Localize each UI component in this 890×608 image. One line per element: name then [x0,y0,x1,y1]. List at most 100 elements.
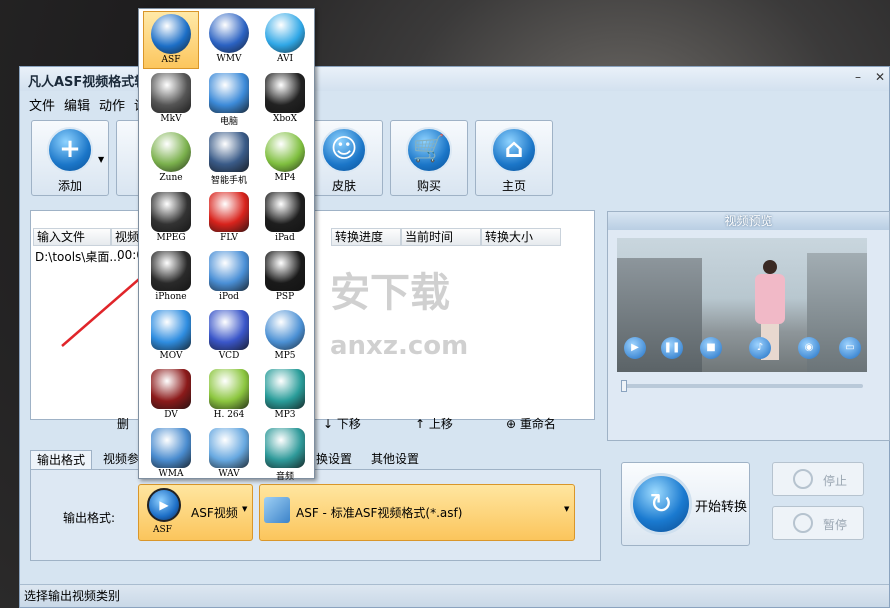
format-label: MP5 [274,351,296,361]
music-folder-icon [151,428,191,468]
format-label: MPEG [156,233,186,243]
preview-title: 视频预览 [608,212,889,230]
home-button[interactable]: ⌂ 主页 [475,120,553,196]
format-label: MkV [160,114,182,124]
delete-button[interactable]: 删 [117,415,129,432]
format-label: iPod [219,292,239,302]
column-size[interactable]: 转换大小 [481,228,561,246]
format-label: MP4 [274,173,296,183]
stop-icon[interactable]: ■ [700,337,722,359]
h264-cube-icon [209,369,249,409]
seek-thumb[interactable] [621,380,627,392]
format-label: XboX [273,114,297,124]
profile-selector[interactable]: ASF - 标准ASF视频格式(*.asf) ▼ [259,484,575,541]
format-option-19[interactable]: H. 264 [201,367,257,425]
format-option-0[interactable]: ASF [143,11,199,69]
snapshot-icon[interactable]: ◉ [798,337,820,359]
format-option-17[interactable]: MP5 [257,308,313,366]
format-label: ASF [161,55,181,65]
format-option-15[interactable]: MOV [143,308,199,366]
asf-play-icon: ▶ [147,488,181,522]
format-label: 音频 [275,472,294,482]
chevron-down-icon: ▼ [242,505,248,513]
move-down-button[interactable]: ↓ 下移 [323,415,361,432]
pause-circle-icon [793,513,813,533]
format-option-9[interactable]: MPEG [143,190,199,248]
pause-icon[interactable]: ❚❚ [661,337,683,359]
format-option-3[interactable]: MkV [143,71,199,129]
column-progress[interactable]: 转换进度 [331,228,401,246]
format-selector[interactable]: ▶ ASF ASF视频 ▼ [138,484,253,541]
menu-action[interactable]: 动作 [99,95,125,114]
format-label: 电脑 [219,117,238,127]
rename-button[interactable]: ⊕ 重命名 [506,415,556,432]
format-label: Zune [159,173,183,183]
tab-other-settings[interactable]: 其他设置 [365,450,425,470]
video-preview [617,238,867,372]
tab-output-format[interactable]: 输出格式 [30,450,93,470]
format-option-1[interactable]: WMV [201,11,257,69]
smiley-icon: ☺ [321,127,367,173]
format-option-8[interactable]: MP4 [257,130,313,188]
format-label: WMA [158,469,184,479]
volume-icon[interactable]: ♪ [749,337,771,359]
format-label: PSP [275,292,295,302]
window-title: 凡人ASF视频格式转 [28,75,148,90]
format-label: WAV [218,469,240,479]
film-reel-icon [151,73,191,113]
format-dropdown[interactable]: ASF WMV AVI MkV 电脑 XboX Zune 智能手机 MP4 MPEG FLV iPad… [138,8,315,482]
cube-icon [264,497,290,523]
format-option-16[interactable]: VCD [201,308,257,366]
wmv-play-icon [209,13,249,53]
format-option-2[interactable]: AVI [257,11,313,69]
watermark: 安下载 anxz.com [330,270,469,361]
seek-bar[interactable] [623,384,863,388]
format-label: DV [164,410,178,420]
format-option-5[interactable]: XboX [257,71,313,129]
mpeg-reel-icon [151,192,191,232]
menu-file[interactable]: 文件 [29,95,55,114]
format-option-6[interactable]: Zune [143,130,199,188]
add-button[interactable]: + 添加 ▼ [31,120,109,196]
format-label: WMV [216,54,242,64]
format-option-18[interactable]: DV [143,367,199,425]
psp-icon [265,251,305,291]
format-option-10[interactable]: FLV [201,190,257,248]
stop-button[interactable]: 停止 [772,462,864,496]
format-option-4[interactable]: 电脑 [201,71,257,129]
format-label: iPad [275,233,295,243]
format-label: MOV [159,351,183,361]
format-option-11[interactable]: iPad [257,190,313,248]
menu-edit[interactable]: 编辑 [64,95,90,114]
column-current-time[interactable]: 当前时间 [401,228,481,246]
buy-button[interactable]: 🛒 购买 [390,120,468,196]
format-option-21[interactable]: WMA [143,426,199,484]
format-option-23[interactable]: 音频 [257,426,313,484]
pause-button[interactable]: 暂停 [772,506,864,540]
format-label: VCD [218,351,240,361]
tab-convert-settings[interactable]: 换设置 [310,450,358,470]
format-option-13[interactable]: iPod [201,249,257,307]
format-label: FLV [220,233,238,243]
folder-icon[interactable]: ▭ [839,337,861,359]
play-icon[interactable]: ▶ [624,337,646,359]
quicktime-icon [151,310,191,350]
skin-button[interactable]: ☺ 皮肤 [305,120,383,196]
start-convert-button[interactable]: ↻ 开始转换 [621,462,750,546]
asf-play-icon [151,14,191,54]
plus-icon: + [47,127,93,173]
chevron-down-icon: ▼ [564,505,570,513]
format-option-14[interactable]: PSP [257,249,313,307]
iphone-icon [151,251,191,291]
format-option-7[interactable]: 智能手机 [201,130,257,188]
format-option-20[interactable]: MP3 [257,367,313,425]
gamepad-icon [265,73,305,113]
minimize-icon[interactable]: – [850,69,866,85]
format-option-12[interactable]: iPhone [143,249,199,307]
close-icon[interactable]: ✕ [872,69,888,85]
format-option-22[interactable]: WAV [201,426,257,484]
music-note-icon [209,428,249,468]
move-up-button[interactable]: ↑ 上移 [415,415,453,432]
stop-circle-icon [793,469,813,489]
smartphone-icon [209,132,249,172]
